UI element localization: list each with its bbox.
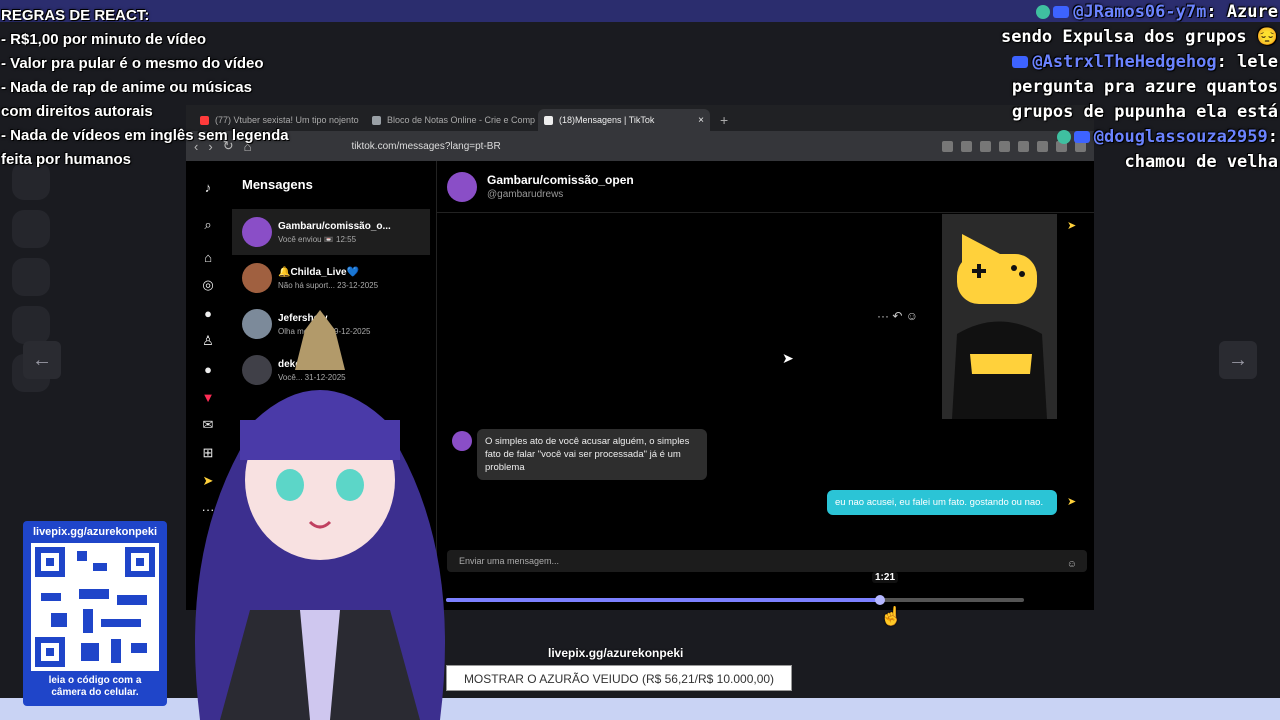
seek-handle[interactable] bbox=[874, 595, 885, 605]
hand-cursor-icon: ☝ bbox=[880, 606, 903, 626]
rule-line: - Nada de rap de anime ou músicas bbox=[1, 79, 252, 96]
tab-label: Bloco de Notas Online - Crie e Comp bbox=[387, 115, 536, 125]
avatar[interactable] bbox=[447, 171, 477, 202]
message-input[interactable]: Enviar uma mensagem... ☺ bbox=[447, 550, 1087, 572]
next-arrow-icon[interactable]: → bbox=[1219, 341, 1257, 379]
chat-message: @AstrxlTheHedgehog: lele bbox=[908, 50, 1278, 75]
qr-instruction: leia o código com a bbox=[48, 675, 142, 686]
rule-line: - Nada de vídeos em inglês sem legenda bbox=[1, 127, 289, 144]
rule-line: - Valor pra pular é o mesmo do vídeo bbox=[1, 55, 264, 72]
conversation-preview: Não há suport... 23-12-2025 bbox=[278, 280, 379, 290]
url-input[interactable]: tiktok.com/messages?lang=pt-BR bbox=[351, 141, 691, 152]
react-rules: REGRAS DE REACT: - R$1,00 por minuto de … bbox=[1, 4, 301, 172]
conversation-item[interactable]: 🔔Childa_Live💙 Não há suport... 23-12-202… bbox=[232, 255, 430, 301]
search-icon[interactable]: ⌕ bbox=[200, 217, 216, 233]
goal-url: livepix.gg/azurekonpeki bbox=[548, 646, 684, 660]
new-tab-button[interactable]: + bbox=[710, 109, 738, 131]
member-badge-icon bbox=[1056, 130, 1071, 144]
chat-message: @douglassouza2959: bbox=[908, 125, 1278, 150]
conversation-item[interactable]: Gambaru/comissão_o... Você enviou 📼 12:5… bbox=[232, 209, 430, 255]
youtube-icon bbox=[1053, 6, 1070, 18]
incoming-message: O simples ato de você acusar alguém, o s… bbox=[477, 429, 707, 480]
messages-title: Mensagens bbox=[242, 177, 313, 192]
conversation-name: 🔔Childa_Live💙 bbox=[278, 266, 360, 278]
qr-donation-panel: livepix.gg/azurekonpeki leia o código co… bbox=[23, 521, 167, 706]
seek-progress bbox=[446, 598, 880, 602]
pointer-cursor-icon: ➤ bbox=[782, 350, 794, 366]
qr-instruction: câmera do celular. bbox=[51, 687, 139, 698]
seek-time-tooltip: 1:21 bbox=[872, 572, 898, 583]
conversation-preview: Você enviou 📼 12:55 bbox=[278, 234, 357, 244]
server-icon bbox=[12, 210, 50, 248]
rules-title: REGRAS DE REACT: bbox=[1, 7, 150, 24]
seek-track[interactable] bbox=[446, 598, 1024, 602]
video-seek-bar[interactable]: 1:21 bbox=[446, 572, 1086, 607]
chat-partner-handle: @gambarudrews bbox=[487, 189, 564, 200]
avatar bbox=[242, 263, 272, 293]
outgoing-message: eu nao acusei, eu falei um fato. gostand… bbox=[827, 490, 1057, 515]
stream-chat: @JRamos06-y7m: Azure sendo Expulsa dos g… bbox=[908, 0, 1278, 175]
chat-pane: Gambaru/comissão_open @gambarudrews ➤ ··… bbox=[436, 161, 1094, 610]
chat-text: : bbox=[1267, 127, 1278, 147]
youtube-icon bbox=[1012, 56, 1029, 68]
tab-notepad[interactable]: Bloco de Notas Online - Crie e Comp bbox=[366, 109, 538, 131]
tab-label: (18)Mensagens | TikTok bbox=[559, 115, 655, 125]
server-icon bbox=[12, 258, 50, 296]
chat-text: chamou de velha bbox=[1124, 152, 1278, 172]
gamepad-character-icon bbox=[942, 214, 1057, 419]
chat-message: @JRamos06-y7m: Azure bbox=[908, 0, 1278, 25]
chat-text: sendo Expulsa dos grupos 😔 bbox=[1000, 27, 1278, 47]
rule-line: - R$1,00 por minuto de vídeo bbox=[1, 31, 207, 48]
vtuber-avatar bbox=[195, 310, 445, 720]
share-icon[interactable]: ➤ bbox=[1067, 219, 1076, 232]
qr-code-icon bbox=[31, 543, 159, 671]
chat-partner-name[interactable]: Gambaru/comissão_open bbox=[487, 173, 634, 187]
home-icon[interactable]: ⌂ bbox=[200, 249, 216, 265]
tab-tiktok[interactable]: (18)Mensagens | TikTok × bbox=[538, 109, 710, 131]
tiktok-icon bbox=[544, 115, 553, 125]
chat-text: pergunta pra azure quantos bbox=[1011, 77, 1278, 97]
chat-username: @douglassouza2959 bbox=[1093, 127, 1268, 147]
chat-text: grupos de pupunha ela está bbox=[1011, 102, 1278, 122]
message-input-placeholder: Enviar uma mensagem... bbox=[459, 556, 560, 566]
chat-username: @JRamos06-y7m bbox=[1073, 2, 1207, 22]
share-icon[interactable]: ➤ bbox=[1067, 495, 1076, 508]
youtube-icon bbox=[1073, 131, 1090, 143]
emoji-icon[interactable]: ☺ bbox=[1067, 554, 1077, 576]
tab-close-icon[interactable]: × bbox=[698, 115, 704, 126]
chat-username: @AstrxlTheHedgehog bbox=[1032, 52, 1217, 72]
server-icon bbox=[12, 306, 50, 344]
avatar bbox=[242, 217, 272, 247]
tiktok-logo-icon[interactable]: ♪ bbox=[200, 179, 216, 195]
chat-text: : Azure bbox=[1206, 2, 1278, 22]
explore-icon[interactable]: ◎ bbox=[200, 277, 216, 293]
conversation-name: Gambaru/comissão_o... bbox=[278, 220, 391, 232]
rule-line: feita por humanos bbox=[1, 151, 132, 168]
chat-text: : lele bbox=[1216, 52, 1278, 72]
shared-image[interactable] bbox=[942, 214, 1057, 419]
donation-goal-bar: MOSTRAR O AZURÃO VEIUDO (R$ 56,21/R$ 10.… bbox=[446, 665, 792, 691]
qr-url: livepix.gg/azurekonpeki bbox=[32, 526, 158, 538]
member-badge-icon bbox=[1036, 5, 1051, 19]
prev-arrow-icon[interactable]: ← bbox=[23, 341, 61, 379]
message-actions[interactable]: ··· ↶ ☺ bbox=[877, 309, 918, 323]
notepad-icon bbox=[372, 115, 381, 125]
rule-line: com direitos autorais bbox=[1, 103, 153, 120]
